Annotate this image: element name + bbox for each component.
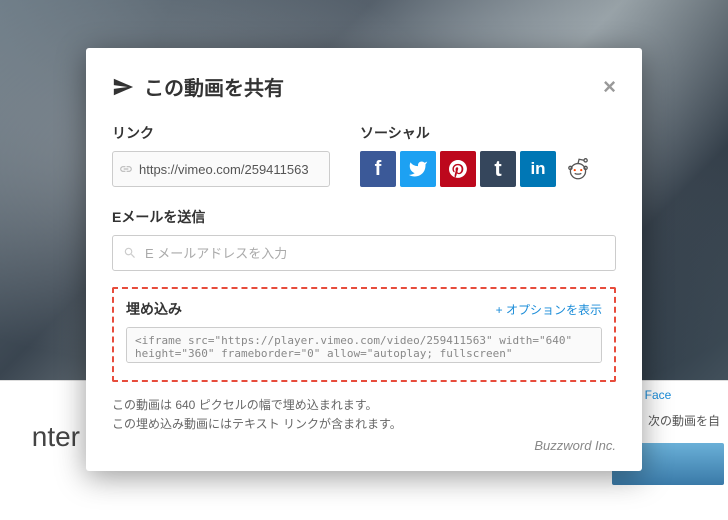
autoplay-label: 次の動画を自 [648, 412, 720, 429]
partial-title: nter [0, 381, 80, 520]
email-input[interactable] [145, 246, 605, 261]
share-modal: この動画を共有 × リンク ソーシャル f t in [86, 48, 642, 471]
modal-title: この動画を共有 [112, 72, 284, 101]
link-label: リンク [112, 123, 330, 143]
link-input-wrap[interactable] [112, 151, 330, 187]
linkedin-icon[interactable]: in [520, 151, 556, 187]
twitter-icon[interactable] [400, 151, 436, 187]
pinterest-icon[interactable] [440, 151, 476, 187]
brand-credit: Buzzword Inc. [112, 438, 616, 453]
footer-line-2: この埋め込み動画にはテキスト リンクが含まれます。 [112, 415, 616, 434]
embed-footer-text: この動画は 640 ピクセルの幅で埋め込まれます。 この埋め込み動画にはテキスト… [112, 396, 616, 434]
social-icons-row: f t in [360, 151, 616, 187]
social-label: ソーシャル [360, 123, 616, 143]
reddit-icon[interactable] [560, 151, 596, 187]
close-button[interactable]: × [603, 74, 616, 100]
modal-header: この動画を共有 × [112, 72, 616, 101]
tumblr-icon[interactable]: t [480, 151, 516, 187]
link-icon [119, 162, 133, 176]
embed-options-toggle[interactable]: + オプションを表示 [496, 301, 602, 318]
search-icon [123, 246, 137, 260]
embed-code-textarea[interactable] [126, 327, 602, 363]
paper-plane-icon [112, 76, 134, 98]
embed-section: 埋め込み + オプションを表示 [112, 287, 616, 382]
footer-line-1: この動画は 640 ピクセルの幅で埋め込まれます。 [112, 396, 616, 415]
modal-title-text: この動画を共有 [144, 72, 284, 101]
embed-label: 埋め込み [126, 299, 182, 319]
email-label: Eメールを送信 [112, 207, 616, 227]
email-input-wrap[interactable] [112, 235, 616, 271]
share-link-input[interactable] [139, 162, 323, 177]
facebook-icon[interactable]: f [360, 151, 396, 187]
